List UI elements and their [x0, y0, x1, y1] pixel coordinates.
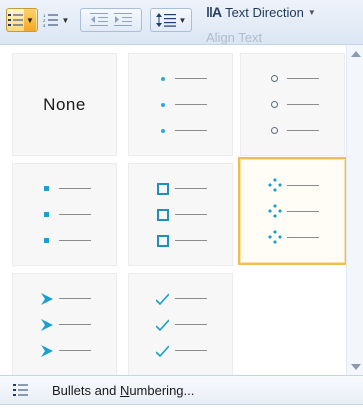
bullet-tile-none[interactable]: None [12, 53, 117, 156]
decrease-indent-icon[interactable] [90, 13, 108, 27]
text-direction-button[interactable]: ǁA Text Direction ▼ [206, 4, 316, 20]
hollow-circle-bullet-icon [271, 101, 278, 108]
bullet-tile-checkmark[interactable] [128, 273, 233, 376]
bullets-and-numbering-label: Bullets and Numbering... [52, 383, 194, 398]
text-direction-icon: ǁA [206, 4, 222, 20]
checkmark-bullet-icon [156, 292, 169, 305]
text-direction-label: Text Direction [225, 4, 304, 20]
bullets-split-button[interactable]: ▼ [6, 8, 38, 32]
gallery-scrollbar[interactable] [346, 45, 363, 376]
arrowhead-bullet-icon [40, 344, 53, 357]
filled-square-bullet-icon [44, 212, 49, 217]
bullets-and-numbering-menu-item[interactable]: Bullets and Numbering... [0, 375, 363, 405]
diamond-cluster-bullet-icon [267, 204, 282, 218]
indent-button-group [80, 8, 142, 32]
bullet-tile-filled-square[interactable] [12, 163, 117, 266]
numbering-dropdown-arrow-icon[interactable]: ▼ [62, 16, 70, 25]
scroll-up-arrow-icon[interactable] [351, 51, 361, 57]
line-spacing-icon [155, 13, 176, 27]
hollow-circle-bullet-icon [271, 127, 278, 134]
diamond-cluster-bullet-icon [267, 178, 282, 192]
bullets-list-icon [10, 380, 32, 400]
bullet-tile-four-diamond[interactable] [238, 157, 347, 265]
bullet-tile-hollow-square[interactable] [128, 163, 233, 266]
bullets-icon [8, 13, 24, 27]
numbering-split-button[interactable]: 1 2 3 ▼ [40, 8, 72, 32]
align-text-button-partial: Align Text [206, 30, 262, 44]
label-part-after: umbering... [129, 382, 195, 398]
label-part-before: Bullets and [52, 382, 120, 398]
dot-bullet-icon [160, 102, 165, 107]
ribbon-paragraph-group: ▼ 1 2 3 ▼ ▼ ǁA Text Direction ▼ Align Te… [0, 0, 363, 44]
align-text-label: Align Text [206, 30, 263, 44]
label-mnemonic: N [119, 382, 130, 398]
diamond-cluster-bullet-icon [267, 230, 282, 244]
increase-indent-icon[interactable] [114, 13, 132, 27]
numbering-icon: 1 2 3 [43, 13, 59, 27]
hollow-square-bullet-icon [156, 208, 169, 221]
hollow-square-bullet-icon [156, 234, 169, 247]
bullets-dropdown-arrow-icon[interactable]: ▼ [24, 9, 36, 31]
line-spacing-button[interactable]: ▼ [150, 8, 192, 32]
bullet-library-gallery: None [0, 44, 363, 376]
none-label: None [43, 94, 86, 114]
filled-square-bullet-icon [44, 186, 49, 191]
svg-text:3: 3 [43, 23, 46, 27]
bullet-tile-arrowhead[interactable] [12, 273, 117, 376]
checkmark-bullet-icon [156, 344, 169, 357]
text-direction-dropdown-arrow-icon: ▼ [307, 7, 316, 17]
bullet-tile-hollow-circle[interactable] [240, 53, 345, 156]
arrowhead-bullet-icon [40, 318, 53, 331]
bullet-tile-small-dot[interactable] [128, 53, 233, 156]
hollow-circle-bullet-icon [271, 75, 278, 82]
dot-bullet-icon [160, 128, 165, 133]
menu-bottom-edge [0, 405, 363, 419]
line-spacing-dropdown-arrow-icon: ▼ [178, 15, 187, 25]
checkmark-bullet-icon [156, 318, 169, 331]
filled-square-bullet-icon [44, 238, 49, 243]
dot-bullet-icon [160, 76, 165, 81]
hollow-square-bullet-icon [156, 182, 169, 195]
arrowhead-bullet-icon [40, 292, 53, 305]
scroll-down-arrow-icon[interactable] [351, 364, 361, 370]
